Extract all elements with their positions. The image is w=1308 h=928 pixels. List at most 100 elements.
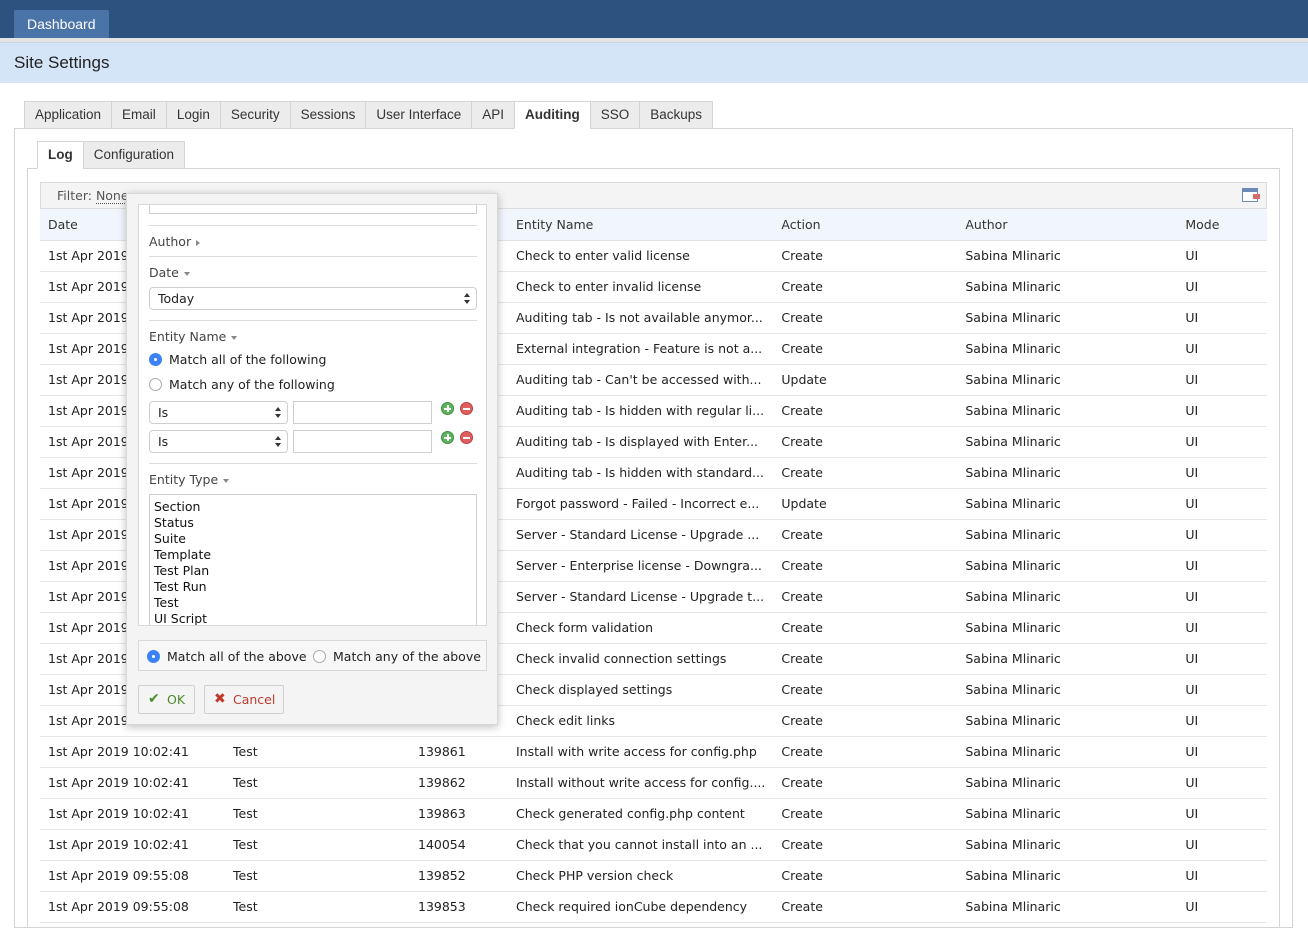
top-nav-bar: Dashboard	[0, 0, 1308, 38]
page-title: Site Settings	[14, 53, 110, 72]
col-action[interactable]: Action	[773, 209, 958, 241]
add-condition-icon[interactable]	[441, 402, 454, 415]
cell-action: Create	[773, 302, 958, 334]
filter-popup: Author Date Today Entity Name Match all …	[126, 193, 498, 725]
cell-mode: UI	[1177, 302, 1267, 334]
remove-condition-icon[interactable]	[460, 402, 473, 415]
tab-backups[interactable]: Backups	[639, 101, 714, 129]
tab-user-interface[interactable]: User Interface	[365, 101, 472, 129]
table-row[interactable]: 1st Apr 2019 09:55:08 Test 139853 Check req…	[40, 891, 1267, 923]
radio-checked-icon	[147, 649, 160, 663]
entity-type-option[interactable]: Test Plan	[154, 563, 472, 579]
cell-entity: Check that you cannot install into an ..…	[508, 829, 774, 861]
cell-author: Sabina Mlinaric	[957, 519, 1178, 551]
cell-mode: UI	[1177, 519, 1267, 551]
tab-sso[interactable]: SSO	[589, 101, 640, 129]
entity-type-option[interactable]: Test	[154, 595, 472, 611]
cell-author: Sabina Mlinaric	[957, 550, 1178, 582]
table-row[interactable]: 1st Apr 2019 09:55:08 Test 139852 Check PHP…	[40, 860, 1267, 892]
export-icon[interactable]	[1242, 188, 1260, 202]
tab-api[interactable]: API	[471, 101, 514, 129]
filter-popup-scroll-area[interactable]: Author Date Today Entity Name Match all …	[138, 204, 487, 626]
entity-type-option[interactable]: Suite	[154, 531, 472, 547]
remove-condition-icon[interactable]	[460, 431, 473, 444]
date-section-toggle[interactable]: Date	[149, 265, 190, 280]
cancel-button[interactable]: ✖ Cancel	[204, 685, 284, 714]
cell-action: Create	[773, 581, 958, 613]
page-header: Site Settings	[0, 42, 1308, 83]
tab-security[interactable]: Security	[219, 101, 290, 129]
table-row[interactable]: 1st Apr 2019 10:02:41 Test 139861 Install w…	[40, 736, 1267, 768]
cell-action: Create	[773, 550, 958, 582]
divider	[149, 320, 477, 321]
condition-operator-select[interactable]: Is	[149, 430, 288, 453]
dashboard-tab[interactable]: Dashboard	[14, 10, 109, 38]
cell-mode: UI	[1177, 395, 1267, 427]
cell-id: 140054	[410, 829, 508, 861]
cell-mode: UI	[1177, 240, 1267, 272]
cell-mode: UI	[1177, 550, 1267, 582]
entity-type-option[interactable]: Template	[154, 547, 472, 563]
cell-author: Sabina Mlinaric	[957, 581, 1178, 613]
cell-mode: UI	[1177, 581, 1267, 613]
condition-value-input[interactable]	[293, 401, 432, 424]
table-row[interactable]: 1st Apr 2019 10:02:41 Test 139862 Install w…	[40, 767, 1267, 799]
match-all-above-radio[interactable]: Match all of the above	[147, 648, 307, 664]
tab-login[interactable]: Login	[165, 101, 220, 129]
tab-email[interactable]: Email	[111, 101, 166, 129]
entity-type-section-toggle[interactable]: Entity Type	[149, 472, 229, 487]
cell-author: Sabina Mlinaric	[957, 829, 1178, 861]
tab-configuration[interactable]: Configuration	[82, 141, 186, 169]
col-author[interactable]: Author	[957, 209, 1178, 241]
search-input-partial[interactable]	[149, 205, 477, 214]
radio-label: Match any of the above	[333, 648, 481, 664]
select-arrows-icon	[275, 436, 281, 447]
entity-type-option[interactable]: Test Run	[154, 579, 472, 595]
tab-auditing[interactable]: Auditing	[513, 101, 590, 129]
entity-type-listbox[interactable]: Section Status Suite Template Test Plan …	[149, 494, 477, 625]
ok-button[interactable]: ✔ OK	[138, 685, 195, 714]
cell-mode: UI	[1177, 860, 1267, 892]
condition-operator-select[interactable]: Is	[149, 401, 288, 424]
cell-author: Sabina Mlinaric	[957, 891, 1178, 923]
cell-entity: Auditing tab - Is hidden with standard..…	[508, 457, 774, 489]
cell-action: Create	[773, 643, 958, 675]
cell-mode: UI	[1177, 767, 1267, 799]
auditing-sub-tabs: Log Configuration	[37, 141, 186, 169]
entity-type-option[interactable]: Section	[154, 499, 472, 515]
cell-entity: External integration - Feature is not a.…	[508, 333, 774, 365]
col-entity-name[interactable]: Entity Name	[508, 209, 774, 241]
col-mode[interactable]: Mode	[1177, 209, 1267, 241]
divider	[149, 463, 477, 464]
cell-id: 139852	[410, 860, 508, 892]
entity-type-option[interactable]: Status	[154, 515, 472, 531]
cell-type: Test	[225, 767, 410, 799]
cell-entity: Check edit links	[508, 705, 774, 737]
condition-value-input[interactable]	[293, 430, 432, 453]
cell-author: Sabina Mlinaric	[957, 302, 1178, 334]
cell-action: Create	[773, 860, 958, 892]
author-section-toggle[interactable]: Author	[149, 234, 200, 249]
match-any-above-radio[interactable]: Match any of the above	[313, 648, 481, 664]
table-row[interactable]: 1st Apr 2019 10:02:41 Test 140054 Check tha…	[40, 829, 1267, 861]
tab-sessions[interactable]: Sessions	[289, 101, 366, 129]
cell-entity: Auditing tab - Can't be accessed with...	[508, 364, 774, 396]
cell-entity: Check PHP version check	[508, 860, 774, 892]
date-select[interactable]: Today	[149, 287, 477, 310]
filter-value-link[interactable]: None	[95, 188, 129, 204]
match-all-following-radio[interactable]: Match all of the following	[149, 351, 326, 367]
add-condition-icon[interactable]	[441, 431, 454, 444]
select-arrows-icon	[275, 407, 281, 418]
cell-entity: Server - Enterprise license - Downgra...	[508, 550, 774, 582]
table-row[interactable]: 1st Apr 2019 10:02:41 Test 139863 Check gen…	[40, 798, 1267, 830]
entity-name-section-toggle[interactable]: Entity Name	[149, 329, 237, 344]
radio-label: Match all of the above	[167, 648, 307, 664]
cancel-label: Cancel	[233, 692, 276, 707]
match-any-following-radio[interactable]: Match any of the following	[149, 376, 335, 392]
tab-log[interactable]: Log	[37, 141, 83, 169]
tab-application[interactable]: Application	[24, 101, 112, 129]
cell-entity: Server - Standard License - Upgrade t...	[508, 581, 774, 613]
entity-type-option[interactable]: UI Script	[154, 611, 472, 625]
cell-type: Test	[225, 736, 410, 768]
cell-action: Create	[773, 271, 958, 303]
